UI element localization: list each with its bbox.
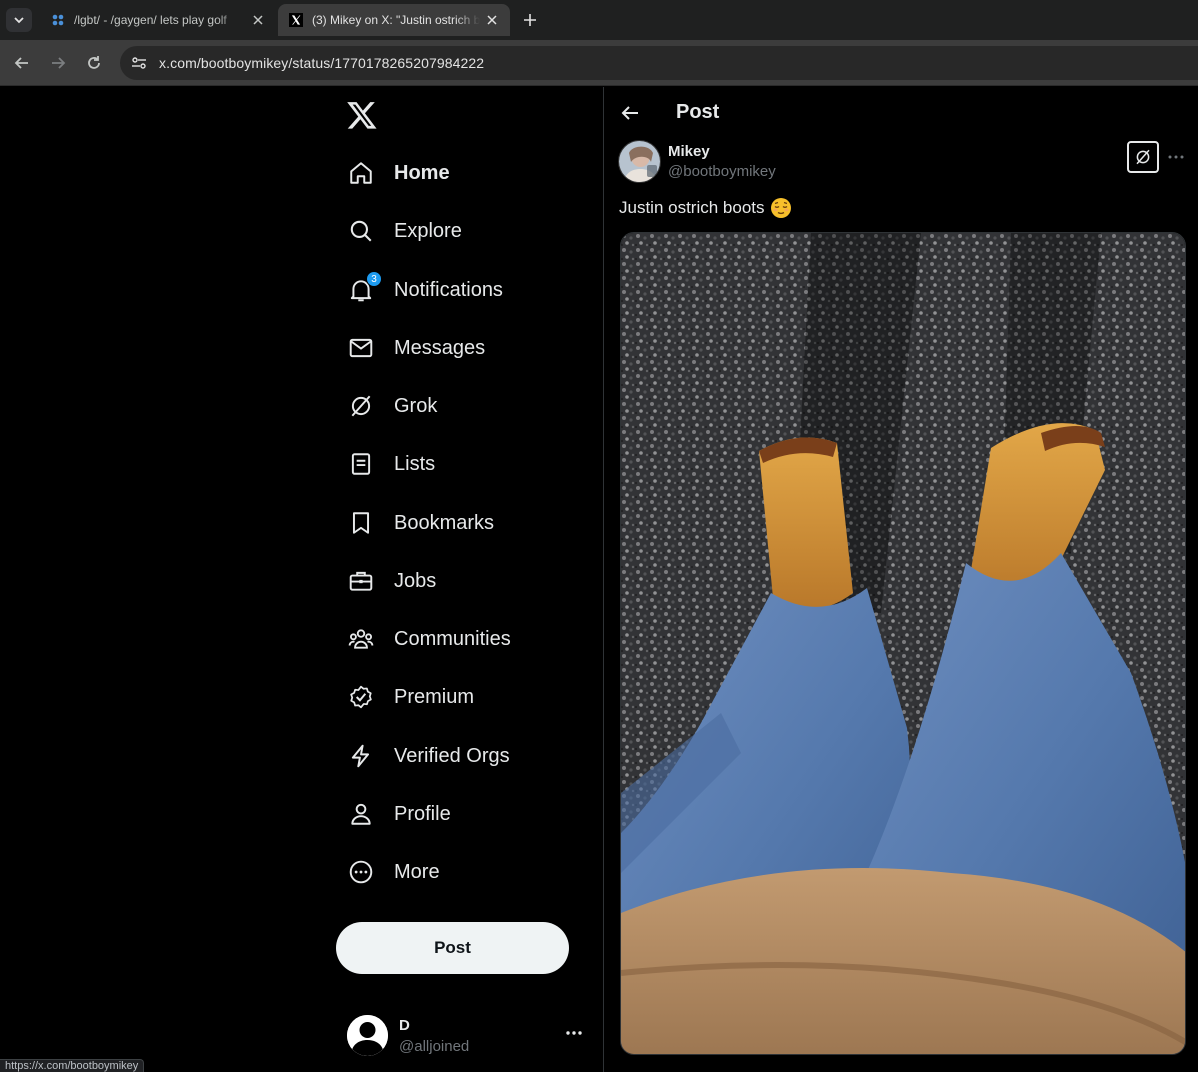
people-icon (348, 626, 374, 652)
sidebar-item-lists[interactable]: Lists (336, 440, 435, 488)
home-icon (348, 160, 374, 186)
account-switcher[interactable]: D @alljoined (336, 1005, 596, 1065)
back-arrow-icon[interactable] (616, 99, 644, 127)
grok-icon (348, 393, 374, 419)
sidebar-item-bookmarks[interactable]: Bookmarks (336, 499, 494, 547)
post-photo[interactable] (620, 232, 1186, 1055)
notification-count-badge: 3 (366, 271, 382, 287)
plus-icon (524, 14, 536, 26)
search-icon (348, 218, 374, 244)
sidebar-item-verified-orgs[interactable]: Verified Orgs (336, 732, 510, 780)
author-handle[interactable]: @bootboymikey (668, 163, 776, 180)
post-text-content: Justin ostrich boots (619, 198, 765, 217)
more-horizontal-icon[interactable] (564, 1023, 584, 1043)
arrow-right-icon (52, 57, 66, 69)
lightning-icon (348, 743, 374, 769)
close-tab-icon[interactable] (250, 12, 266, 28)
address-bar[interactable]: x.com/bootboymikey/status/17701782652079… (120, 46, 1198, 80)
arrow-left-icon (14, 57, 28, 69)
grok-icon (1136, 149, 1150, 165)
sidebar-item-jobs[interactable]: Jobs (336, 557, 436, 605)
tab-search-button[interactable] (6, 8, 32, 32)
back-button[interactable] (10, 51, 34, 75)
status-bar-url: https://x.com/bootboymikey (0, 1059, 145, 1072)
page-title: Post (676, 101, 720, 123)
x-logo-favicon-icon (288, 12, 304, 28)
more-horizontal-icon[interactable] (1166, 147, 1186, 167)
sidebar-item-home[interactable]: Home (336, 149, 450, 197)
close-tab-icon[interactable] (484, 12, 500, 28)
envelope-icon (348, 335, 374, 361)
browser-tab-1[interactable]: /lgbt/ - /gaygen/ lets play golf (40, 4, 276, 36)
bell-icon: 3 (348, 271, 382, 303)
browser-tab-2[interactable]: (3) Mikey on X: "Justin ostrich boots" (278, 4, 510, 36)
list-icon (348, 451, 374, 477)
forward-button[interactable] (46, 51, 70, 75)
browser-toolbar: x.com/bootboymikey/status/17701782652079… (0, 40, 1198, 86)
x-page: Home Explore 3 Notifications Messages Gr… (0, 87, 1198, 1072)
post-text: Justin ostrich boots (619, 197, 792, 219)
verified-badge-icon (348, 684, 374, 710)
sidebar-item-profile[interactable]: Profile (336, 790, 451, 838)
url-text[interactable]: x.com/bootboymikey/status/17701782652079… (159, 55, 484, 71)
chevron-down-icon (14, 17, 24, 24)
briefcase-icon (348, 568, 374, 594)
avatar (347, 1015, 388, 1056)
grok-explain-button[interactable] (1127, 141, 1159, 173)
reload-icon (88, 56, 100, 69)
x-logo-icon[interactable] (346, 99, 378, 131)
new-tab-button[interactable] (518, 8, 542, 32)
compose-post-button[interactable]: Post (336, 922, 569, 974)
sidebar-item-explore[interactable]: Explore (336, 207, 462, 255)
sidebar-item-grok[interactable]: Grok (336, 382, 437, 430)
browser-tab-strip: /lgbt/ - /gaygen/ lets play golf (3) Mik… (0, 0, 1198, 40)
4chan-clover-icon (50, 12, 66, 28)
sidebar-item-premium[interactable]: Premium (336, 673, 474, 721)
sidebar-item-messages[interactable]: Messages (336, 324, 485, 372)
account-handle: @alljoined (399, 1038, 470, 1055)
more-circle-icon (348, 859, 374, 885)
bookmark-icon (348, 510, 374, 536)
relieved-face-emoji-icon (770, 197, 792, 219)
sidebar-item-more[interactable]: More (336, 848, 440, 896)
reload-button[interactable] (82, 51, 106, 75)
author-name[interactable]: Mikey (668, 143, 710, 160)
tab-title: /lgbt/ - /gaygen/ lets play golf (74, 13, 227, 27)
sidebar-item-notifications[interactable]: 3 Notifications (336, 266, 503, 314)
sidebar-item-communities[interactable]: Communities (336, 615, 511, 663)
author-avatar[interactable] (618, 140, 661, 183)
account-name: D (399, 1017, 410, 1034)
tab-title: (3) Mikey on X: "Justin ostrich boots" (312, 13, 480, 27)
site-info-icon[interactable] (122, 46, 156, 80)
column-divider (603, 87, 604, 1072)
person-icon (348, 801, 374, 827)
